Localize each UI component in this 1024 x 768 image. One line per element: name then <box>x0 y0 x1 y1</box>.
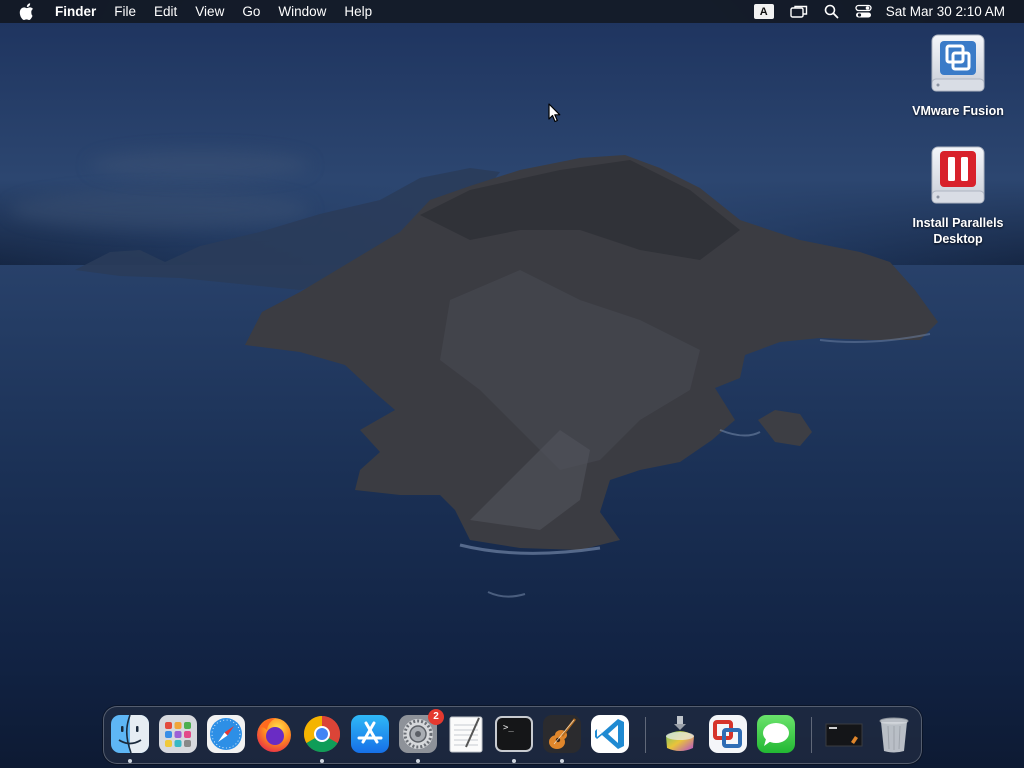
firefox-icon <box>257 718 291 752</box>
trash-icon <box>879 717 909 753</box>
dock-recent-document[interactable] <box>824 714 864 754</box>
dock-separator <box>811 717 812 753</box>
textedit-icon <box>449 716 483 753</box>
dock-separator <box>645 717 646 753</box>
recent-document-icon <box>825 723 863 747</box>
mouse-cursor-icon <box>548 103 562 128</box>
screen-mirroring-icon[interactable] <box>789 5 808 19</box>
apple-menu-icon[interactable] <box>16 1 36 23</box>
desktop-icon-label: VMware Fusion <box>912 104 1004 118</box>
menu-edit[interactable]: Edit <box>145 0 186 23</box>
chrome-icon <box>303 716 341 753</box>
dock-messages[interactable] <box>756 714 796 754</box>
desktop-icon-vmware-fusion[interactable]: VMware Fusion <box>903 33 1013 119</box>
messages-icon <box>757 715 795 753</box>
installer-icon <box>666 716 694 751</box>
dock-safari[interactable] <box>206 714 246 754</box>
menu-bar: Finder File Edit View Go Window Help A S… <box>0 0 1024 23</box>
menu-window[interactable]: Window <box>269 0 335 23</box>
dock-app-store[interactable] <box>350 714 390 754</box>
dock-garageband[interactable] <box>542 714 582 763</box>
menu-file[interactable]: File <box>105 0 145 23</box>
launchpad-icon <box>159 715 197 753</box>
running-indicator <box>128 759 132 763</box>
dock: 2 >_ <box>103 706 922 764</box>
vmware-fusion-disk-icon <box>928 33 988 99</box>
running-indicator <box>512 759 516 763</box>
desktop <box>0 0 1024 768</box>
control-center-icon[interactable] <box>855 4 872 19</box>
input-source-menu[interactable]: A <box>753 4 774 19</box>
dock-textedit[interactable] <box>446 714 486 754</box>
menu-clock[interactable]: Sat Mar 30 2:10 AM <box>886 4 1005 19</box>
wallpaper-island <box>75 155 938 598</box>
garageband-icon <box>543 715 581 753</box>
input-source-label: A <box>753 4 774 19</box>
menu-go[interactable]: Go <box>233 0 269 23</box>
dock-system-settings[interactable]: 2 <box>398 709 444 763</box>
dock-terminal[interactable]: >_ <box>494 714 534 763</box>
spotlight-search-icon[interactable] <box>824 4 839 19</box>
status-area: A Sat Mar 30 2:10 AM <box>746 0 1024 23</box>
running-indicator <box>560 759 564 763</box>
menu-view[interactable]: View <box>186 0 233 23</box>
desktop-icon-install-parallels[interactable]: Install Parallels Desktop <box>903 145 1013 247</box>
terminal-prompt-text: >_ <box>503 723 514 733</box>
dock-finder[interactable] <box>110 714 150 763</box>
desktop-icon-label: Install Parallels Desktop <box>912 216 1004 246</box>
dock-chrome[interactable] <box>302 714 342 763</box>
dock-vmware-fusion[interactable] <box>708 714 748 754</box>
dock-vscode[interactable] <box>590 714 630 754</box>
vmware-fusion-icon <box>709 715 747 753</box>
safari-icon <box>207 715 245 753</box>
running-indicator <box>416 759 420 763</box>
dock-launchpad[interactable] <box>158 714 198 754</box>
parallels-installer-disk-icon <box>928 145 988 211</box>
menu-app-name[interactable]: Finder <box>46 0 105 23</box>
finder-icon <box>111 714 149 754</box>
dock-trash[interactable] <box>874 714 914 754</box>
running-indicator <box>320 759 324 763</box>
vscode-icon <box>591 715 629 753</box>
dock-firefox[interactable] <box>254 714 294 754</box>
terminal-icon <box>495 716 533 752</box>
dock-installer[interactable] <box>660 714 700 754</box>
menu-help[interactable]: Help <box>335 0 381 23</box>
app-store-icon <box>351 715 389 753</box>
notification-badge: 2 <box>428 709 444 725</box>
